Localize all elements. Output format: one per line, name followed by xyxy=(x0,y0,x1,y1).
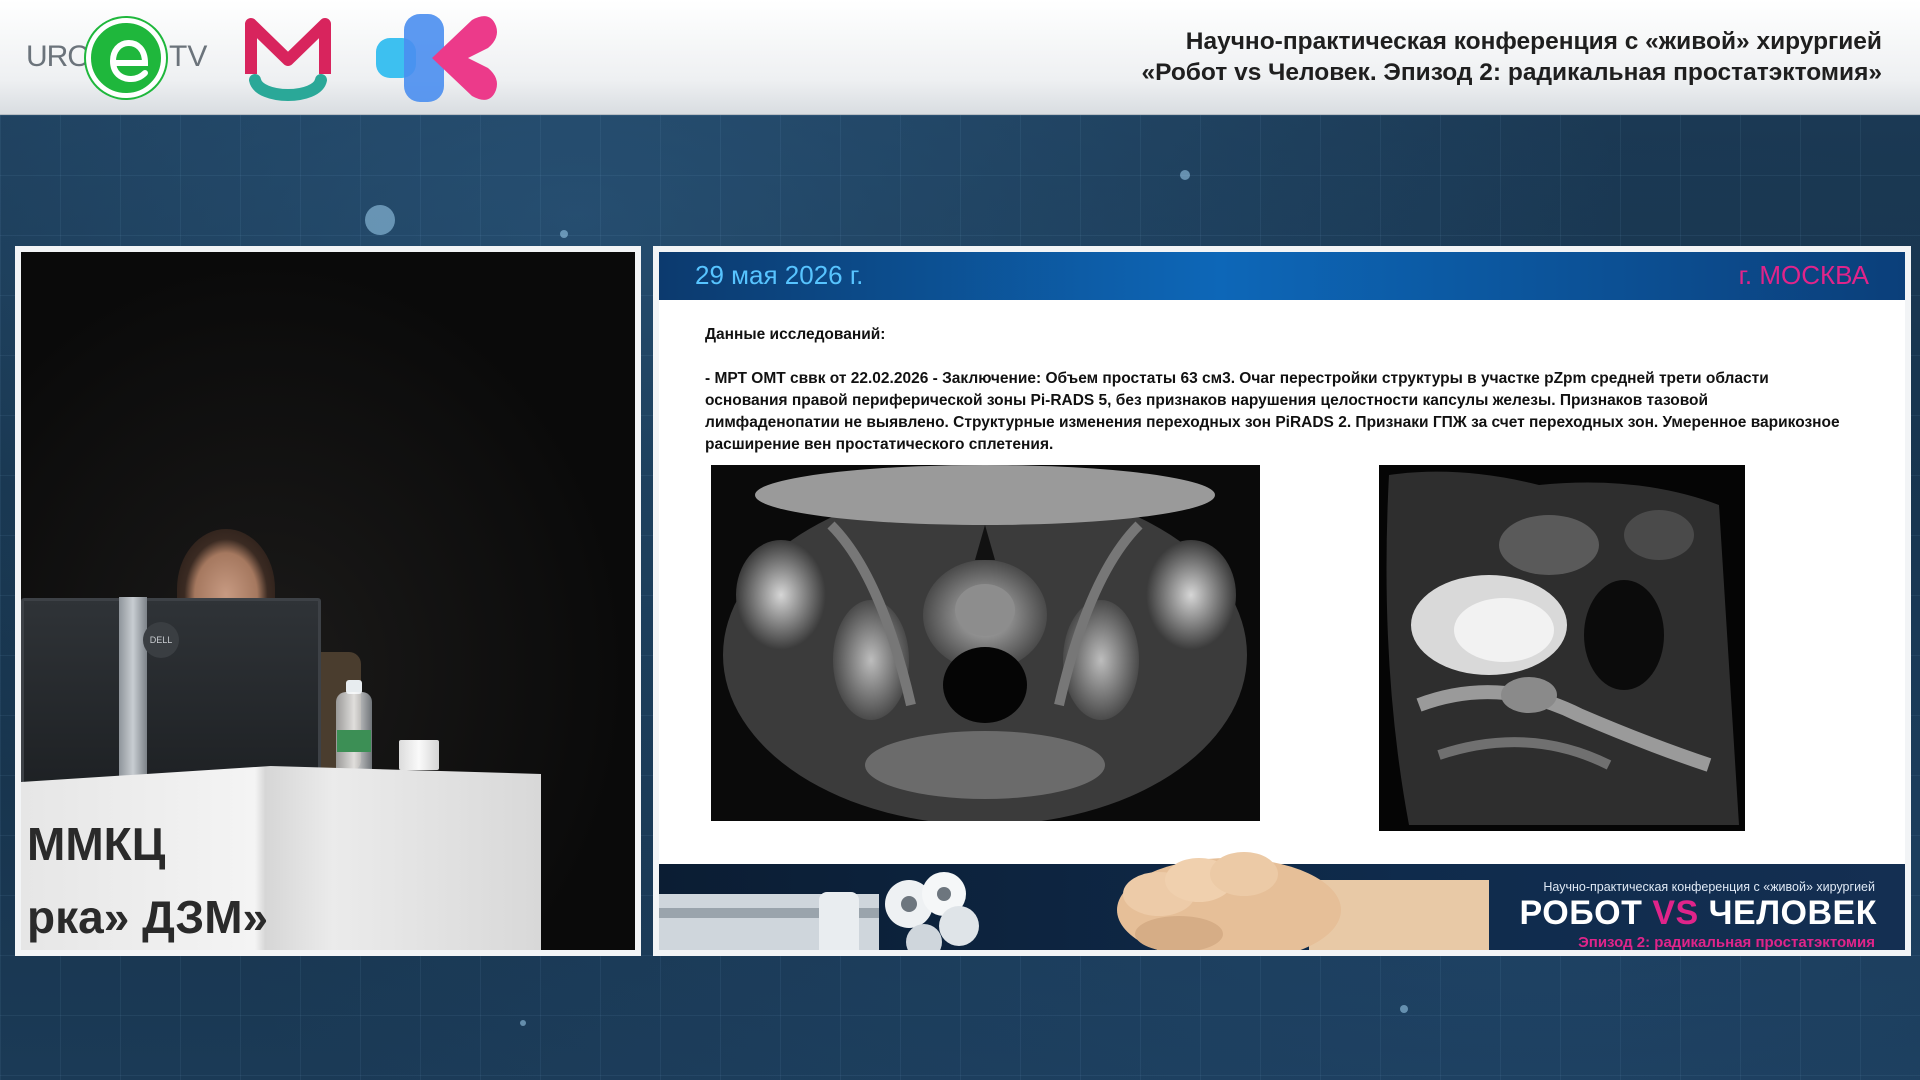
paper-cups xyxy=(399,740,439,770)
slide-footer-banner: Научно-практическая конференция с «живой… xyxy=(659,852,1905,951)
slide-date: 29 мая 2026 г. xyxy=(695,260,864,290)
logo-tv-text: TV xyxy=(169,40,208,73)
banner-title-vs: VS xyxy=(1652,894,1699,932)
slide-city: г. МОСКВА xyxy=(1738,260,1869,290)
background-dot xyxy=(520,1020,526,1026)
monitor-stand xyxy=(119,597,147,797)
conference-title-line2: «Робот vs Человек. Эпизод 2: радикальная… xyxy=(1141,59,1882,86)
banner-episode: Эпизод 2: радикальная простатэктомия xyxy=(1578,934,1875,951)
human-fist-image xyxy=(1117,852,1489,950)
slide-heading: Данные исследований: xyxy=(705,326,886,343)
conference-title: Научно-практическая конференция с «живой… xyxy=(962,26,1882,88)
banner-title-human: ЧЕЛОВЕК xyxy=(1698,894,1877,932)
slide-body-text: - МРТ ОМТ сввк от 22.02.2026 - Заключени… xyxy=(705,370,1840,453)
background-dot xyxy=(365,205,395,235)
podium-sign-line2: рка» ДЗМ» xyxy=(27,891,269,943)
logo-uro-text: URO xyxy=(26,40,91,73)
speaker-camera-feed: DELL ММКЦ рка» ДЗМ» xyxy=(15,246,641,956)
presentation-slide: 29 мая 2026 г. г. МОСКВА Данные исследов… xyxy=(653,246,1911,956)
conference-title-line1: Научно-практическая конференция с «живой… xyxy=(1185,28,1882,55)
slide-top-bar: 29 мая 2026 г. г. МОСКВА xyxy=(659,252,1905,300)
podium-sign-line1: ММКЦ xyxy=(27,818,166,870)
banner-subtitle: Научно-практическая конференция с «живой… xyxy=(1543,880,1875,894)
banner-title: РОБОТ VS ЧЕЛОВЕК xyxy=(1520,894,1877,933)
mri-sagittal-image xyxy=(1379,465,1745,831)
urotv-circle-icon xyxy=(86,18,166,98)
urotv-logo: URO TV xyxy=(26,14,208,100)
moscow-m-logo xyxy=(245,18,331,101)
mri-axial-image xyxy=(711,465,1260,821)
background-dot xyxy=(1400,1005,1408,1013)
k-clinic-logo xyxy=(376,14,497,102)
header-bar: URO TV Научно-практическая конференция с… xyxy=(0,0,1920,115)
background-dot xyxy=(1180,170,1190,180)
banner-title-robot: РОБОТ xyxy=(1519,894,1653,932)
robot-hand-image xyxy=(659,872,979,950)
water-bottle-label xyxy=(337,730,371,752)
monitor-brand-logo: DELL xyxy=(143,622,179,658)
background-dot xyxy=(560,230,568,238)
